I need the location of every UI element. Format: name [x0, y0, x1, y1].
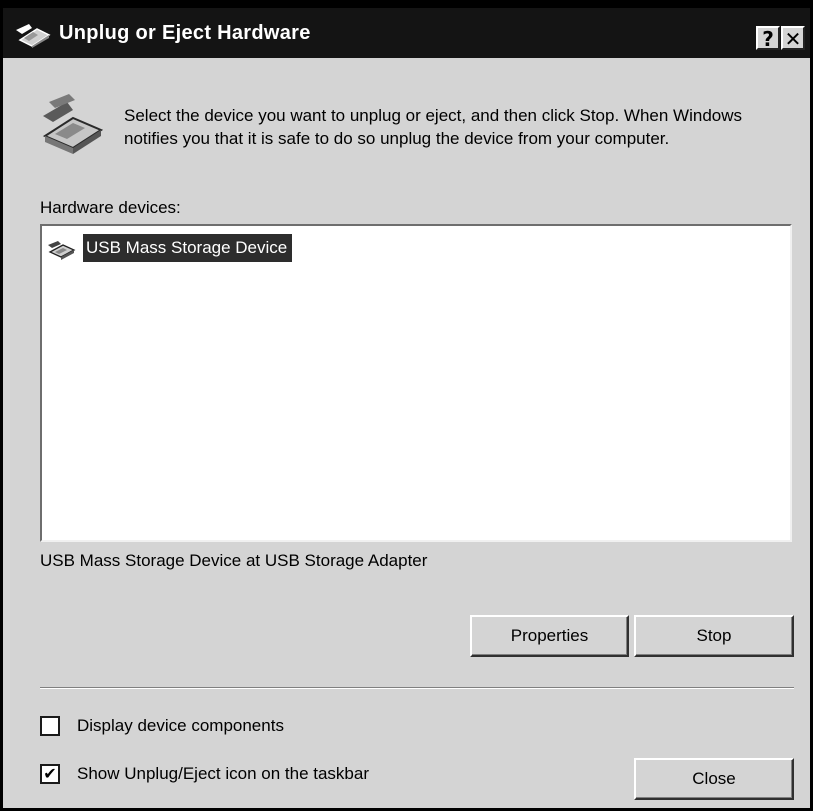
show-icon-checkbox[interactable]: ✔	[40, 764, 60, 784]
show-icon-label: Show Unplug/Eject icon on the taskbar	[77, 764, 370, 783]
instructions-text: Select the device you want to unplug or …	[124, 106, 743, 148]
usb-device-icon	[48, 241, 76, 260]
window-title: Unplug or Eject Hardware	[59, 22, 311, 44]
device-item-label: USB Mass Storage Device	[83, 234, 293, 262]
hardware-devices-label: Hardware devices:	[40, 198, 181, 217]
stop-button[interactable]: Stop	[634, 615, 794, 657]
unplug-hardware-icon	[42, 94, 104, 154]
close-button[interactable]: Close	[634, 758, 794, 800]
help-button[interactable]: ?	[756, 26, 780, 50]
display-components-label: Display device components	[77, 716, 284, 735]
device-description: USB Mass Storage Device at USB Storage A…	[40, 551, 428, 570]
title-bar[interactable]: Unplug or Eject Hardware ? ✕	[3, 8, 810, 58]
unplug-eject-icon	[16, 24, 51, 48]
divider	[40, 687, 794, 689]
unplug-eject-dialog: Unplug or Eject Hardware ? ✕ Select the …	[0, 0, 813, 811]
display-components-checkbox[interactable]	[40, 716, 60, 736]
hardware-devices-list[interactable]: USB Mass Storage Device	[40, 224, 792, 542]
close-window-button[interactable]: ✕	[781, 26, 805, 50]
properties-button[interactable]: Properties	[470, 615, 629, 657]
